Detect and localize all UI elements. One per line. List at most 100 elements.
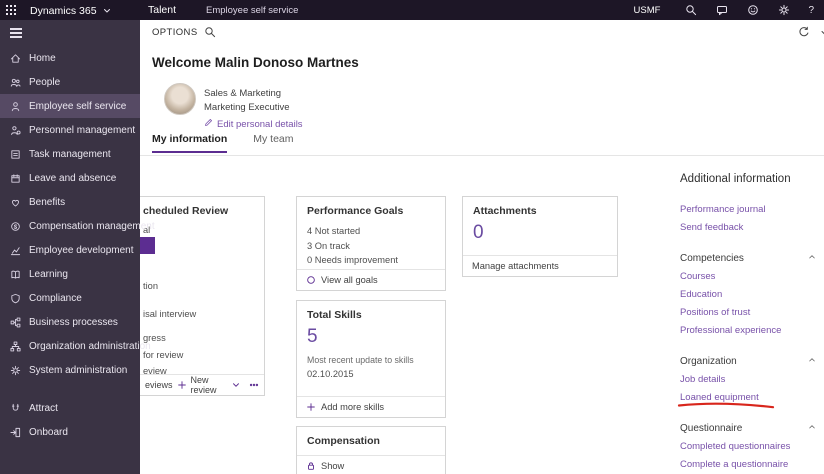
link-completed-questionnaires[interactable]: Completed questionnaires: [680, 438, 816, 456]
tab-my-team[interactable]: My team: [253, 133, 293, 153]
sidebar-item-employee-self-service[interactable]: Employee self service: [0, 94, 140, 118]
search-icon[interactable]: [204, 25, 216, 43]
overflow-cut-icon[interactable]: [819, 26, 824, 44]
book-icon: [10, 269, 21, 280]
page-title: Welcome Malin Donoso Martnes: [152, 55, 359, 70]
sidebar-item-benefits[interactable]: Benefits: [0, 190, 140, 214]
sidebar-item-business-processes[interactable]: Business processes: [0, 310, 140, 334]
card-scheduled-review: cheduled Review al tion isal interview g…: [140, 196, 265, 396]
sidebar-item-task-management[interactable]: Task management: [0, 142, 140, 166]
calendar-icon: [10, 173, 21, 184]
help-icon[interactable]: ?: [808, 5, 814, 16]
goals-not-started: 4 Not started: [307, 226, 361, 236]
link-professional-experience[interactable]: Professional experience: [680, 322, 816, 340]
chevron-down-icon: [101, 4, 114, 17]
checklist-icon: [10, 149, 21, 160]
goals-needs-improvement: 0 Needs improvement: [307, 255, 398, 265]
red-underline-annotation: [677, 402, 775, 409]
sidebar-item-leave-and-absence[interactable]: Leave and absence: [0, 166, 140, 190]
action-bar: OPTIONS: [140, 20, 824, 43]
top-navigation-bar: Dynamics 365 Talent Employee self servic…: [0, 0, 824, 20]
skills-caption: Most recent update to skills: [307, 355, 414, 365]
card-title: Attachments: [473, 205, 537, 217]
sidebar-item-organization-administration[interactable]: Organization administration: [0, 334, 151, 358]
flow-icon: [10, 317, 21, 328]
plus-icon: [306, 402, 316, 412]
sidebar-item-employee-development[interactable]: Employee development: [0, 238, 140, 262]
link-performance-journal[interactable]: Performance journal: [680, 201, 816, 219]
coin-icon: [10, 221, 21, 232]
tab-my-information[interactable]: My information: [152, 133, 228, 153]
lock-icon: [306, 461, 316, 471]
home-icon: [10, 53, 21, 64]
sidebar-item-personnel-management[interactable]: Personnel management: [0, 118, 140, 142]
link-complete-a-questionnaire[interactable]: Complete a questionnaire: [680, 456, 816, 474]
sidebar-item-compensation-management[interactable]: Compensation management: [0, 214, 155, 238]
more-options-icon[interactable]: [249, 380, 259, 390]
link-send-feedback[interactable]: Send feedback: [680, 219, 816, 237]
link-courses[interactable]: Courses: [680, 268, 816, 286]
hamburger-menu-icon[interactable]: [0, 20, 140, 46]
chevron-down-icon[interactable]: [231, 380, 241, 390]
card-performance-goals: Performance Goals 4 Not started 3 On tra…: [296, 196, 446, 291]
breadcrumb-page[interactable]: Employee self service: [206, 5, 298, 16]
app-name[interactable]: Talent: [148, 4, 176, 16]
shield-icon: [10, 293, 21, 304]
profile-tabs: My information My team: [152, 133, 294, 153]
feedback-smiley-icon[interactable]: [746, 4, 759, 17]
trend-chart-icon: [10, 245, 21, 256]
review-text-fragment: tion: [143, 281, 158, 291]
company-selector[interactable]: USMF: [634, 5, 661, 16]
skills-updated-date: 02.10.2015: [307, 369, 354, 379]
heart-icon: [10, 197, 21, 208]
plus-icon: [177, 380, 187, 390]
view-all-reviews-link[interactable]: eviews: [145, 380, 173, 390]
circle-icon: [306, 275, 316, 285]
edit-personal-details-link[interactable]: Edit personal details: [204, 118, 303, 132]
org-tree-icon: [10, 341, 21, 352]
view-all-goals-button[interactable]: View all goals: [297, 269, 445, 290]
review-text-fragment: isal interview: [143, 309, 197, 319]
link-job-details[interactable]: Job details: [680, 371, 816, 389]
show-compensation-button[interactable]: Show: [297, 455, 445, 474]
person-icon: [10, 101, 21, 112]
refresh-icon[interactable]: [798, 25, 810, 43]
chevron-up-icon: [808, 353, 816, 371]
card-title: Total Skills: [307, 309, 362, 321]
add-more-skills-button[interactable]: Add more skills: [297, 396, 445, 417]
section-competencies[interactable]: Competencies: [680, 250, 816, 268]
sidebar-item-onboard[interactable]: Onboard: [0, 420, 140, 444]
review-status-tag: [140, 237, 155, 254]
main-content: Welcome Malin Donoso Martnes Sales & Mar…: [140, 43, 824, 474]
card-total-skills: Total Skills 5 Most recent update to ski…: [296, 300, 446, 418]
product-menu[interactable]: Dynamics 365: [30, 4, 114, 17]
sidebar-item-home[interactable]: Home: [0, 46, 140, 70]
card-title: cheduled Review: [143, 205, 229, 217]
tabs-divider: [140, 155, 824, 156]
link-education[interactable]: Education: [680, 286, 816, 304]
link-loaned-equipment[interactable]: Loaned equipment: [677, 389, 816, 409]
sidebar-item-attract[interactable]: Attract: [0, 396, 140, 420]
settings-gear-icon[interactable]: [777, 4, 790, 17]
card-title: Performance Goals: [307, 205, 404, 217]
sidebar-item-system-administration[interactable]: System administration: [0, 358, 140, 382]
manage-attachments-button[interactable]: Manage attachments: [463, 255, 617, 276]
section-organization[interactable]: Organization: [680, 353, 816, 371]
messages-icon[interactable]: [715, 4, 728, 17]
waffle-icon[interactable]: [6, 5, 17, 16]
additional-information-panel: Additional information Performance journ…: [677, 171, 816, 474]
pencil-icon: [204, 118, 213, 132]
link-positions-of-trust[interactable]: Positions of trust: [680, 304, 816, 322]
search-icon[interactable]: [684, 4, 697, 17]
product-name: Dynamics 365: [30, 4, 97, 17]
new-review-button[interactable]: New review: [191, 375, 227, 395]
options-tab[interactable]: OPTIONS: [152, 27, 198, 38]
magnet-icon: [10, 403, 21, 414]
card-compensation: Compensation Show: [296, 426, 446, 474]
chevron-up-icon: [808, 420, 816, 438]
sidebar-item-compliance[interactable]: Compliance: [0, 286, 140, 310]
goals-on-track: 3 On track: [307, 240, 350, 251]
sidebar-item-people[interactable]: People: [0, 70, 140, 94]
sidebar-item-learning[interactable]: Learning: [0, 262, 140, 286]
section-questionnaire[interactable]: Questionnaire: [680, 420, 816, 438]
